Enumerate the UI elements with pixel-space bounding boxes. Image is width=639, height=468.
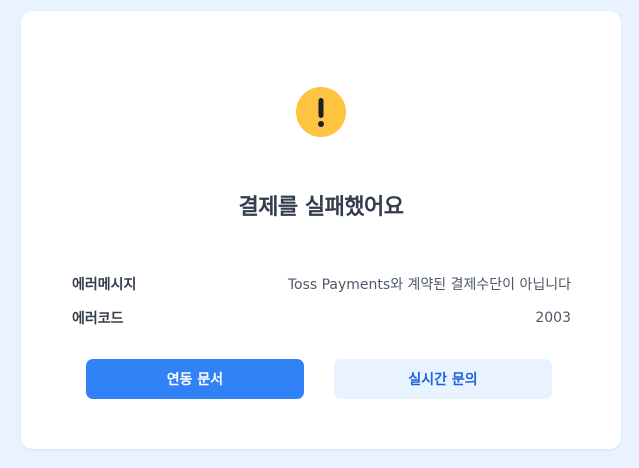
error-message-value: Toss Payments와 계약된 결제수단이 아닙니다: [287, 277, 571, 293]
error-code-row: 에러코드 2003: [72, 308, 571, 328]
error-code-value: 2003: [535, 310, 571, 326]
error-message-label: 에러메시지: [72, 277, 137, 293]
integration-docs-button[interactable]: 연동 문서: [86, 359, 304, 399]
error-code-label: 에러코드: [72, 311, 124, 327]
error-message-row: 에러메시지 Toss Payments와 계약된 결제수단이 아닙니다: [72, 274, 571, 294]
live-inquiry-label: 실시간 문의: [408, 372, 478, 388]
result-card: 결제를 실패했어요 에러메시지 Toss Payments와 계약된 결제수단이…: [21, 11, 621, 449]
live-inquiry-button[interactable]: 실시간 문의: [334, 359, 552, 399]
exclamation-icon: [296, 87, 346, 137]
integration-docs-label: 연동 문서: [166, 372, 224, 388]
result-title: 결제를 실패했어요: [238, 195, 404, 220]
